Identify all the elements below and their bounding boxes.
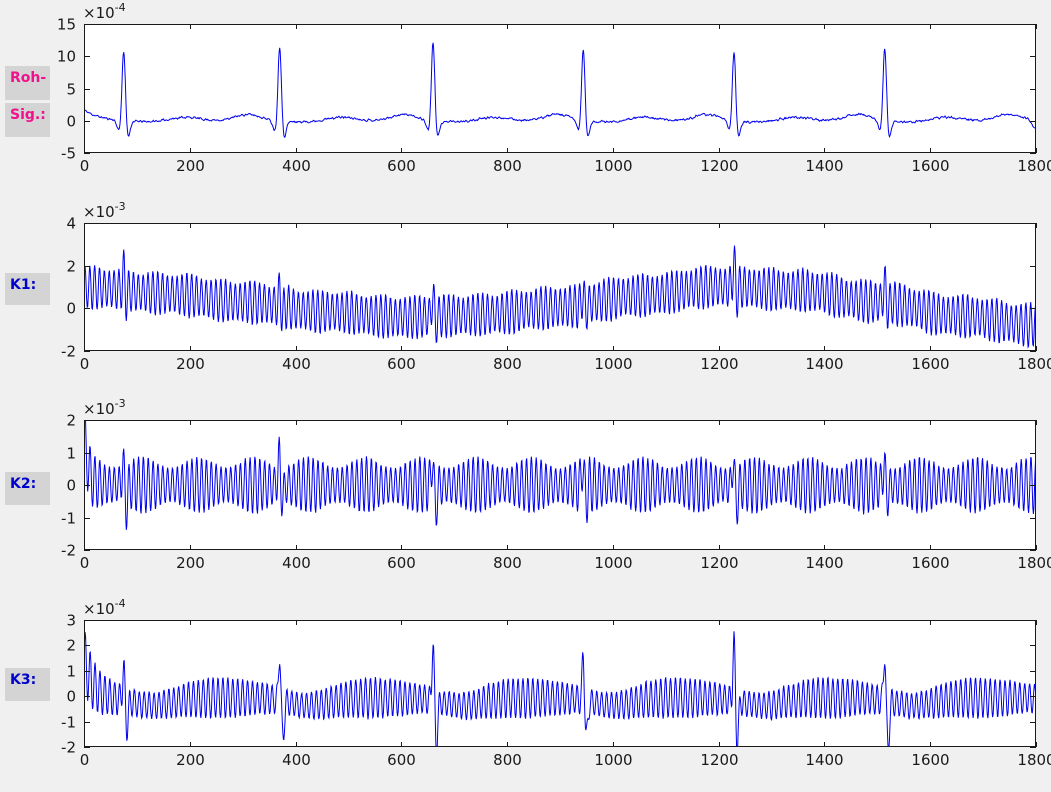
svg-text:800: 800 [493, 554, 522, 572]
svg-text:1800: 1800 [1017, 554, 1051, 572]
svg-text:2: 2 [66, 412, 76, 430]
svg-text:1000: 1000 [594, 554, 632, 572]
svg-text:800: 800 [493, 751, 522, 769]
chart-k3: 0 200 400 600 800 1000 1200 1400 1600 1800 -2 -1 0 1 2… [61, 597, 1051, 769]
svg-text:1200: 1200 [700, 554, 738, 572]
svg-text:400: 400 [282, 554, 311, 572]
svg-text:-5: -5 [61, 145, 76, 163]
svg-text:1000: 1000 [594, 355, 632, 373]
svg-text:400: 400 [282, 751, 311, 769]
svg-text:1000: 1000 [594, 157, 632, 175]
svg-text:0: 0 [80, 751, 90, 769]
svg-text:1: 1 [66, 663, 76, 681]
svg-text:-1: -1 [61, 714, 76, 732]
svg-text:600: 600 [387, 554, 416, 572]
svg-text:-2: -2 [61, 739, 76, 757]
svg-text:1800: 1800 [1017, 157, 1051, 175]
svg-text:1000: 1000 [594, 751, 632, 769]
svg-text:400: 400 [282, 157, 311, 175]
svg-text:2: 2 [66, 637, 76, 655]
chart-k2: 0 200 400 600 800 1000 1200 1400 1600 1800 -2 -1 0 1 2… [61, 397, 1051, 572]
svg-text:200: 200 [176, 554, 205, 572]
svg-text:×10-3: ×10-3 [83, 397, 126, 418]
svg-text:1400: 1400 [805, 355, 843, 373]
svg-text:4: 4 [66, 215, 76, 233]
svg-text:1600: 1600 [911, 157, 949, 175]
signal-figure: 020040060080010001200140016001800-505101… [0, 0, 1051, 792]
svg-text:3: 3 [66, 612, 76, 630]
svg-text:0: 0 [80, 554, 90, 572]
svg-text:1800: 1800 [1017, 751, 1051, 769]
plots-canvas: 020040060080010001200140016001800-505101… [0, 0, 1051, 792]
svg-text:5: 5 [66, 81, 76, 99]
svg-text:1200: 1200 [700, 355, 738, 373]
svg-text:400: 400 [282, 355, 311, 373]
row-label-k2: K2: [5, 472, 50, 505]
svg-text:1800: 1800 [1017, 355, 1051, 373]
svg-text:-2: -2 [61, 542, 76, 560]
svg-text:800: 800 [493, 355, 522, 373]
svg-text:1600: 1600 [911, 751, 949, 769]
row-label-k1: K1: [5, 273, 50, 305]
svg-text:1400: 1400 [805, 751, 843, 769]
svg-text:0: 0 [80, 157, 90, 175]
svg-text:0: 0 [80, 355, 90, 373]
svg-text:1200: 1200 [700, 157, 738, 175]
svg-text:1200: 1200 [700, 751, 738, 769]
svg-text:10: 10 [57, 48, 76, 66]
svg-text:800: 800 [493, 157, 522, 175]
svg-text:0: 0 [66, 113, 76, 131]
svg-text:1600: 1600 [911, 355, 949, 373]
svg-text:15: 15 [57, 16, 76, 34]
svg-text:-1: -1 [61, 510, 76, 528]
svg-text:×10-4: ×10-4 [83, 597, 126, 618]
svg-text:600: 600 [387, 157, 416, 175]
svg-text:×10-4: ×10-4 [83, 1, 126, 22]
svg-text:1400: 1400 [805, 554, 843, 572]
svg-text:600: 600 [387, 355, 416, 373]
svg-text:2: 2 [66, 258, 76, 276]
svg-text:0: 0 [66, 477, 76, 495]
svg-text:200: 200 [176, 157, 205, 175]
svg-text:1600: 1600 [911, 554, 949, 572]
svg-text:-2: -2 [61, 343, 76, 361]
svg-text:0: 0 [66, 688, 76, 706]
chart-roh-sig: 020040060080010001200140016001800-505101… [57, 1, 1051, 175]
row-label-roh: Roh- [5, 66, 50, 100]
row-label-k3: K3: [5, 668, 50, 701]
svg-text:200: 200 [176, 355, 205, 373]
svg-text:1: 1 [66, 445, 76, 463]
svg-text:1400: 1400 [805, 157, 843, 175]
svg-text:200: 200 [176, 751, 205, 769]
chart-k1: 020040060080010001200140016001800-2024×1… [61, 200, 1051, 373]
row-label-sig: Sig.: [5, 103, 50, 137]
svg-text:600: 600 [387, 751, 416, 769]
svg-text:0: 0 [66, 300, 76, 318]
svg-text:×10-3: ×10-3 [83, 200, 126, 221]
